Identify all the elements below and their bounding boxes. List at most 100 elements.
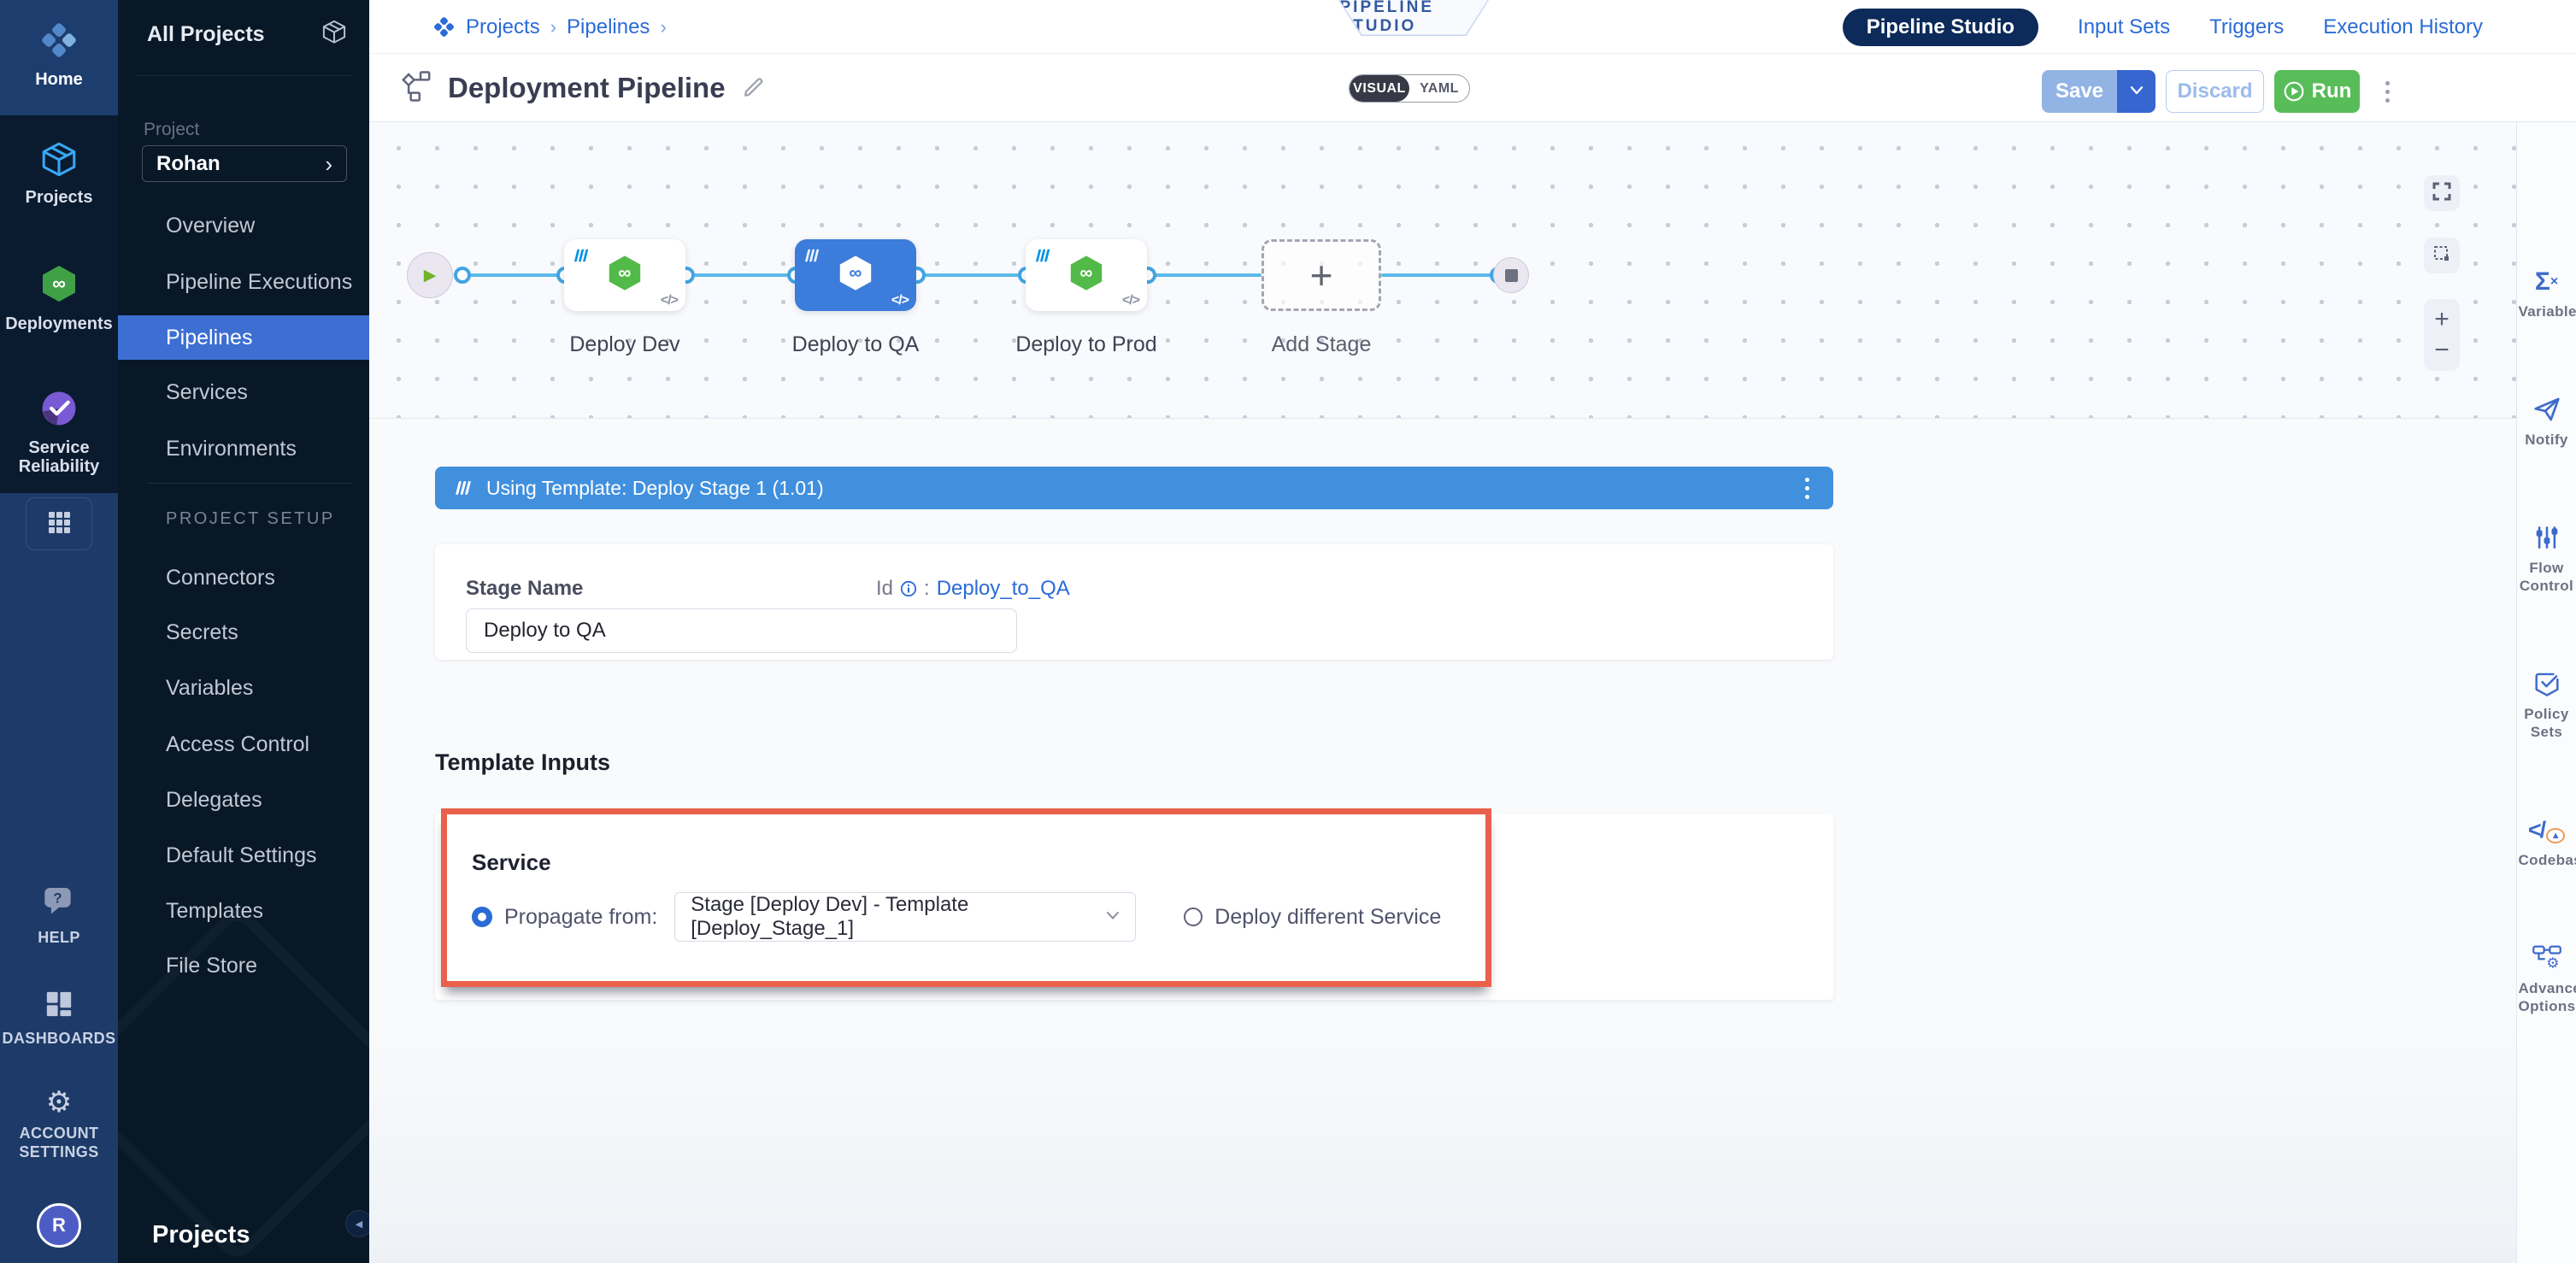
shield-check-icon: [2533, 668, 2561, 697]
cd-hexagon-icon: ∞: [836, 254, 875, 297]
connector-port[interactable]: [454, 267, 471, 284]
rail-item-home[interactable]: Home: [0, 21, 118, 89]
edge-line: [924, 273, 1026, 277]
stage-node-deploy-to-qa[interactable]: ∞ </>: [795, 239, 916, 311]
project-selector[interactable]: Rohan ›: [142, 145, 347, 182]
sidebar-item-templates[interactable]: Templates: [118, 889, 369, 933]
sidebar-item-pipeline-executions[interactable]: Pipeline Executions: [118, 260, 369, 304]
template-inputs-heading: Template Inputs: [435, 749, 610, 776]
zoom-out-button[interactable]: −: [2434, 335, 2450, 366]
stage-id-value[interactable]: Deploy_to_QA: [937, 577, 1070, 601]
sidebar-item-delegates[interactable]: Delegates: [118, 778, 369, 822]
propagate-stage-select[interactable]: Stage [Deploy Dev] - Template [Deploy_St…: [674, 892, 1136, 942]
run-button[interactable]: Run: [2274, 70, 2360, 113]
sidebar-item-file-store[interactable]: File Store: [118, 943, 369, 988]
panel-item-advanced-options[interactable]: ⚙ Advanced Options: [2517, 943, 2576, 1015]
codebase-icon: </▲: [2528, 814, 2565, 843]
tab-pipeline-studio[interactable]: Pipeline Studio: [1843, 9, 2038, 46]
project-label: Project: [144, 120, 199, 140]
template-kebab-menu[interactable]: [1800, 473, 1814, 504]
sidebar-item-pipelines[interactable]: Pipelines: [118, 315, 369, 360]
sidebar-item-default-settings[interactable]: Default Settings: [118, 833, 369, 878]
discard-button[interactable]: Discard: [2166, 70, 2264, 113]
info-icon[interactable]: [900, 580, 917, 597]
breadcrumb-pipelines[interactable]: Pipelines: [567, 15, 650, 39]
app-root: Home Projects ∞ Deployments Service Reli…: [0, 0, 2576, 1263]
add-stage-button[interactable]: +: [1262, 239, 1381, 311]
modules-grid-button[interactable]: [26, 497, 92, 550]
project-name: Rohan: [156, 152, 221, 176]
tab-execution-history[interactable]: Execution History: [2323, 15, 2483, 39]
stage-name-input[interactable]: [466, 608, 1017, 653]
pipeline-canvas[interactable]: ▶ ∞ </>: [369, 122, 2516, 419]
sidebar-item-access-control[interactable]: Access Control: [118, 722, 369, 767]
save-button[interactable]: Save: [2042, 70, 2117, 113]
stage-node-deploy-to-prod[interactable]: ∞ </>: [1026, 239, 1147, 311]
svg-text:∞: ∞: [1079, 263, 1092, 283]
selection-marquee-button[interactable]: [2424, 238, 2460, 273]
chevron-down-icon: [2129, 85, 2144, 99]
edge-line: [1155, 273, 1262, 277]
toolbar-actions: Save Discard Run: [2042, 70, 2395, 113]
toggle-visual[interactable]: VISUAL: [1350, 75, 1409, 102]
breadcrumb-projects[interactable]: Projects: [466, 15, 540, 39]
fullscreen-button[interactable]: [2424, 175, 2460, 211]
template-library-icon: [1034, 246, 1053, 269]
rail-item-dashboards[interactable]: DASHBOARDS: [0, 990, 118, 1048]
pipeline-start-node[interactable]: ▶: [407, 252, 453, 298]
project-setup-heading: PROJECT SETUP: [166, 509, 335, 529]
service-options-row: Propagate from: Stage [Deploy Dev] - Tem…: [472, 892, 1808, 942]
breadcrumb-separator: ›: [550, 16, 556, 38]
rail-item-label: Projects: [26, 188, 93, 207]
cube-icon: [40, 140, 78, 182]
panel-item-notify[interactable]: Notify: [2517, 394, 2576, 449]
sidebar-item-environments[interactable]: Environments: [118, 426, 369, 471]
advanced-options-icon: ⚙: [2532, 943, 2562, 972]
pipeline-studio-badge: PIPELINE STUDIO: [1338, 0, 1489, 36]
project-cube-icon[interactable]: [321, 19, 347, 49]
tab-input-sets[interactable]: Input Sets: [2078, 15, 2170, 39]
sidebar-item-connectors[interactable]: Connectors: [118, 555, 369, 600]
rail-item-account-settings[interactable]: ⚙ ACCOUNT SETTINGS: [0, 1087, 118, 1161]
rail-item-help[interactable]: ? HELP: [0, 885, 118, 947]
rail-item-service-reliability[interactable]: Service Reliability: [0, 389, 118, 476]
panel-item-policy-sets[interactable]: Policy Sets: [2517, 668, 2576, 741]
deploy-different-service-radio[interactable]: [1184, 908, 1203, 926]
pipeline-end-node[interactable]: [1493, 257, 1529, 293]
gear-icon: ⚙: [46, 1087, 72, 1118]
edit-pencil-icon[interactable]: [741, 73, 767, 103]
rail-item-projects[interactable]: Projects: [0, 140, 118, 207]
toggle-yaml[interactable]: YAML: [1409, 75, 1469, 102]
stage-node-deploy-dev[interactable]: ∞ </>: [564, 239, 685, 311]
pipeline-toolbar: Deployment Pipeline VISUAL YAML Save Dis…: [369, 54, 2576, 122]
sidebar-item-overview[interactable]: Overview: [118, 203, 369, 248]
zoom-controls: + −: [2424, 299, 2460, 371]
sidebar-item-secrets[interactable]: Secrets: [118, 610, 369, 655]
all-projects-link[interactable]: All Projects: [147, 22, 265, 47]
svg-text:⚙: ⚙: [2546, 955, 2559, 971]
save-dropdown-button[interactable]: [2117, 70, 2155, 113]
panel-item-codebase[interactable]: </▲ Codebase: [2517, 814, 2576, 869]
user-avatar[interactable]: R: [37, 1203, 81, 1248]
zoom-in-button[interactable]: +: [2434, 304, 2450, 335]
add-stage-label: Add Stage: [1236, 332, 1407, 357]
panel-item-variables[interactable]: Σ× Variables: [2517, 266, 2576, 320]
run-play-icon: [2283, 80, 2305, 103]
sidebar-item-services[interactable]: Services: [118, 370, 369, 414]
sidebar-collapse-button[interactable]: ◀: [345, 1210, 369, 1237]
edge-line: [1381, 273, 1497, 277]
edge-line: [460, 273, 564, 277]
toolbar-kebab-menu[interactable]: [2380, 76, 2395, 108]
nav-rail: Home Projects ∞ Deployments Service Reli…: [0, 0, 118, 1263]
stage-label: Deploy Dev: [539, 332, 710, 357]
sidebar-item-variables[interactable]: Variables: [118, 666, 369, 710]
tab-triggers[interactable]: Triggers: [2209, 15, 2284, 39]
panel-item-flow-control[interactable]: Flow Control: [2517, 522, 2576, 595]
propagate-radio[interactable]: [472, 907, 492, 927]
rail-item-deployments[interactable]: ∞ Deployments: [0, 263, 118, 333]
service-card: Service Propagate from: Stage [Deploy De…: [435, 814, 1833, 1000]
template-library-icon: [454, 478, 474, 498]
svg-text:∞: ∞: [52, 273, 66, 294]
visual-yaml-toggle: VISUAL YAML: [1349, 74, 1470, 103]
harness-logo-icon: [432, 15, 456, 38]
